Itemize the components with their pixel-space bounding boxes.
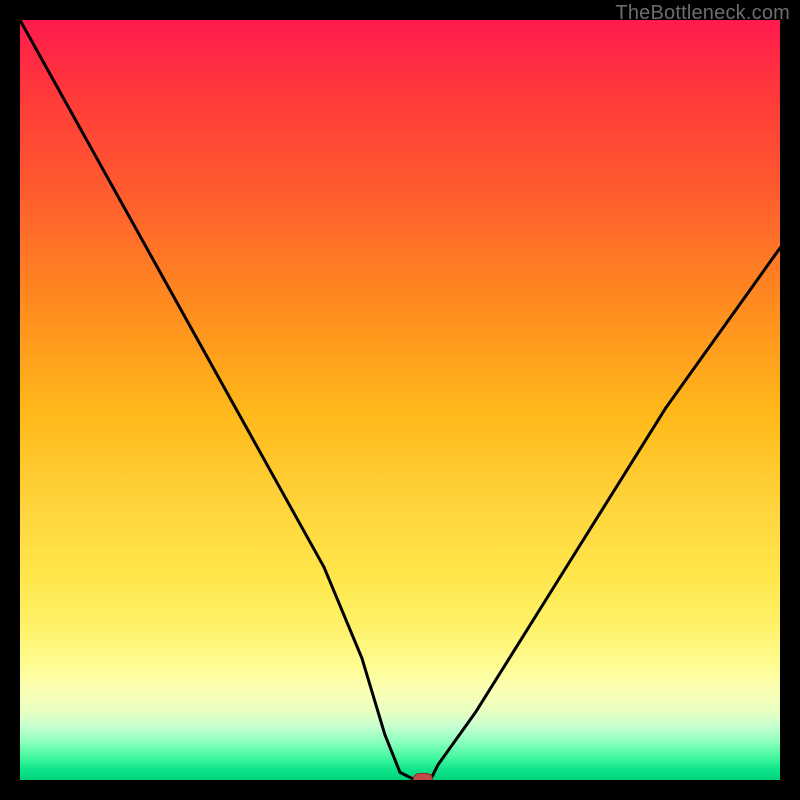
plot-area (20, 20, 780, 780)
watermark-text: TheBottleneck.com (615, 2, 790, 25)
bottleneck-marker (413, 773, 433, 780)
bottleneck-curve (20, 20, 780, 780)
chart-frame: TheBottleneck.com (0, 0, 800, 800)
